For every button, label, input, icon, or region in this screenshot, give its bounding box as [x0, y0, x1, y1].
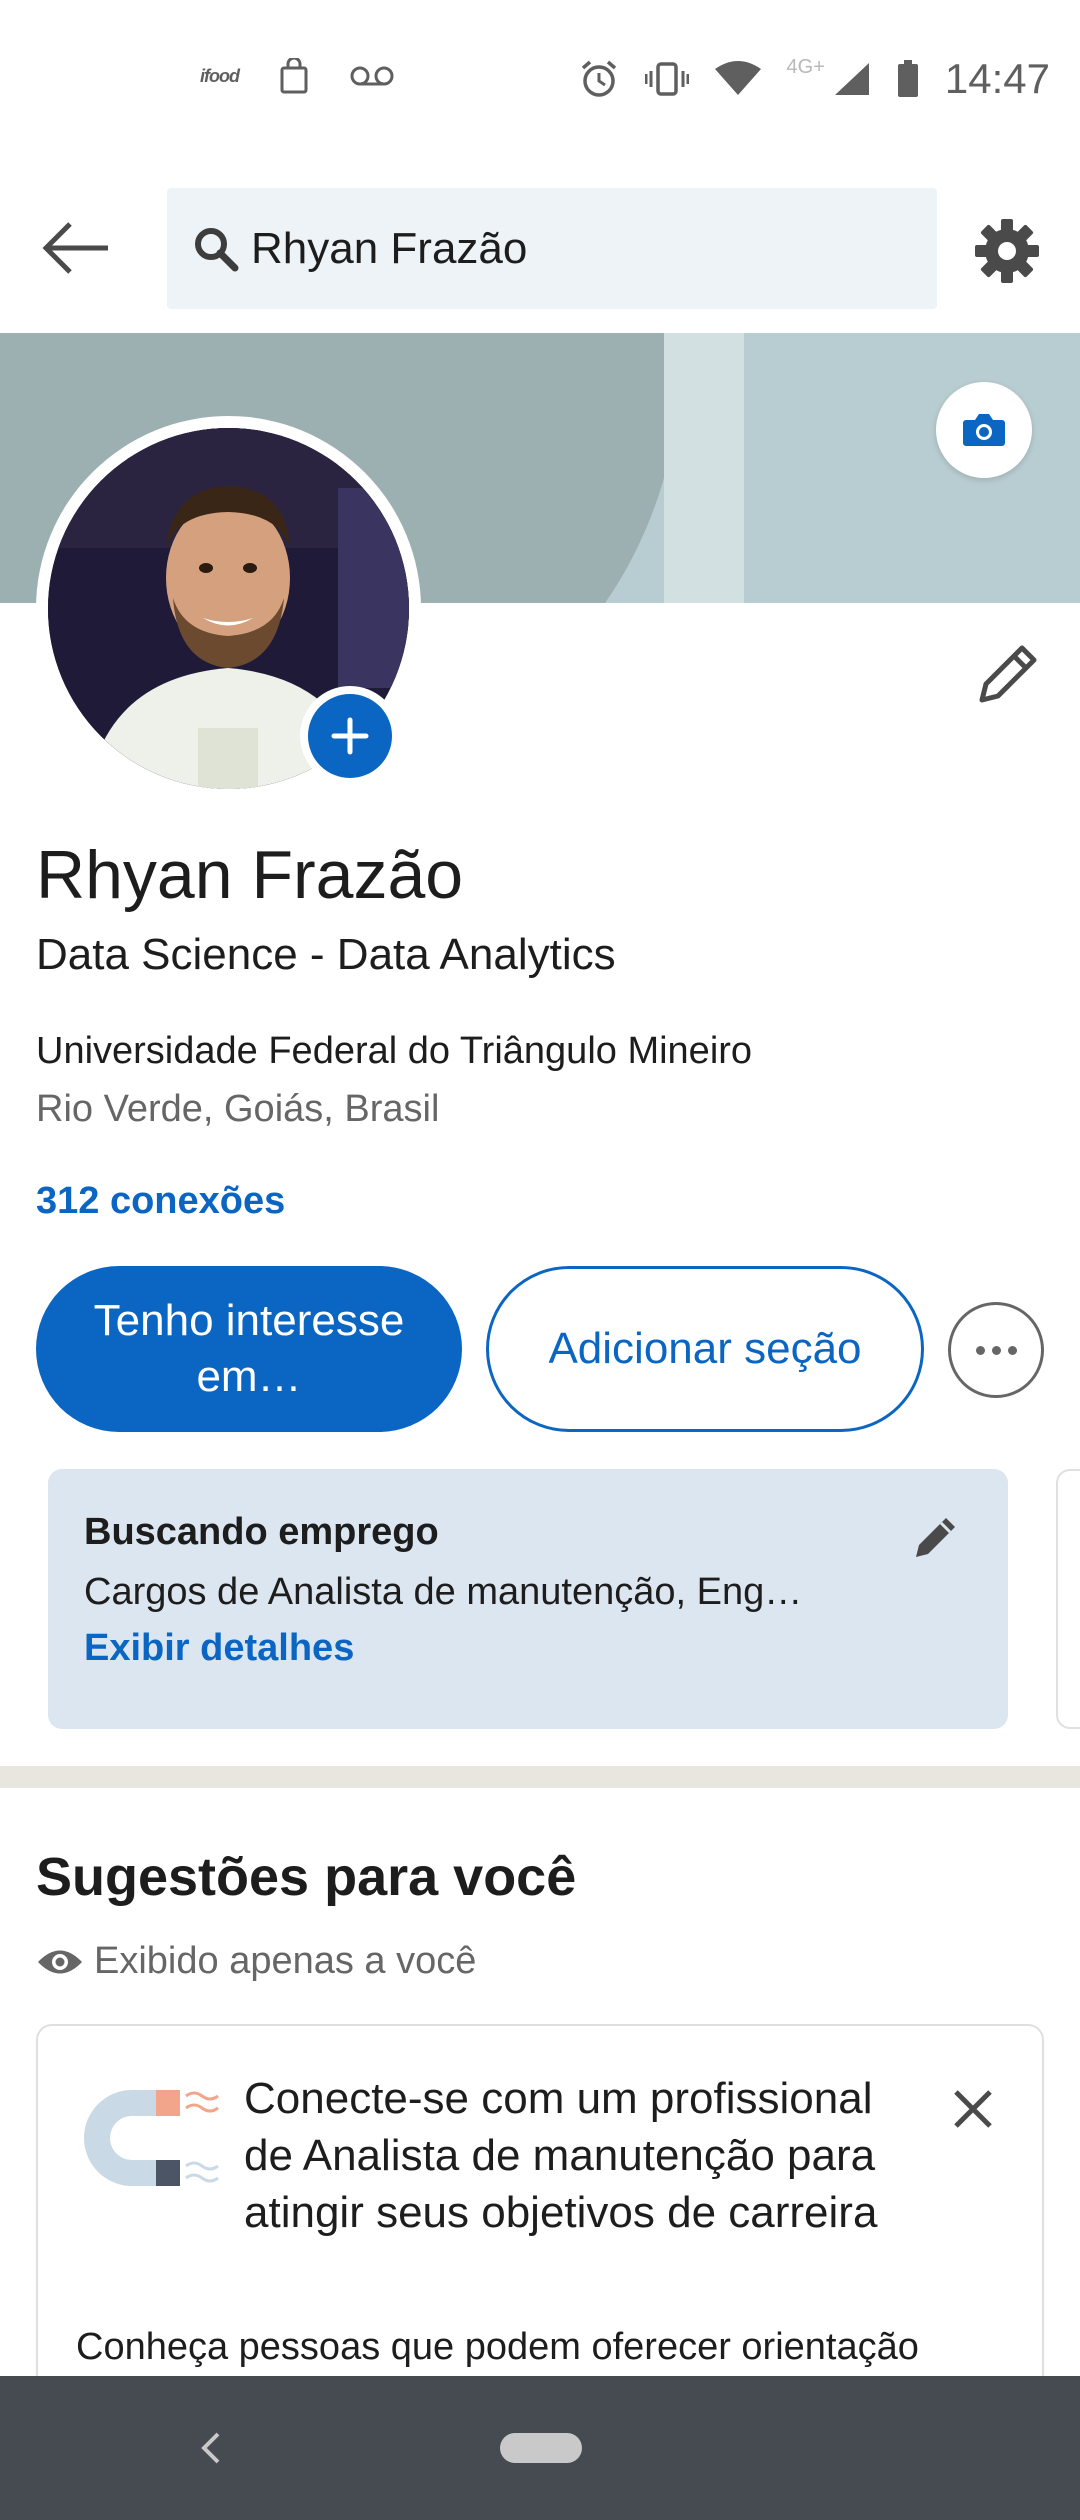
- more-dot: [1007, 1345, 1017, 1355]
- private-visibility-note: Exibido apenas a você: [36, 1940, 476, 1983]
- add-section-button[interactable]: Adicionar seção: [486, 1266, 924, 1432]
- dismiss-suggestion-button[interactable]: [948, 2084, 998, 2134]
- status-system-icons: 4G+ 14:47: [579, 55, 1050, 103]
- search-icon: [195, 227, 239, 271]
- battery-icon: [897, 60, 918, 97]
- more-options-button[interactable]: [948, 1302, 1044, 1398]
- pencil-icon: [916, 1518, 955, 1557]
- shopping-bag-icon: [280, 58, 308, 94]
- profile-education[interactable]: Universidade Federal do Triângulo Mineir…: [36, 1030, 752, 1073]
- section-divider: [0, 1766, 1080, 1788]
- suggestion-card-title: Conecte-se com um profissional de Analis…: [244, 2074, 878, 2237]
- visibility-text: Exibido apenas a você: [94, 1940, 477, 1982]
- status-notification-icons: ifood: [200, 58, 395, 94]
- camera-icon: [963, 414, 1005, 446]
- pencil-icon: [979, 645, 1037, 703]
- profile-location: Rio Verde, Goiás, Brasil: [36, 1088, 440, 1130]
- search-input[interactable]: Rhyan Frazão: [167, 188, 937, 309]
- vibrate-icon: [644, 62, 689, 96]
- plus-icon: [331, 717, 369, 755]
- edit-open-to-work-button[interactable]: [910, 1513, 960, 1563]
- back-button[interactable]: [40, 220, 124, 276]
- more-dot: [991, 1345, 1001, 1355]
- settings-button[interactable]: [972, 216, 1042, 286]
- suggestion-card-body: Conheça pessoas que podem oferecer orien…: [76, 2326, 919, 2368]
- more-dot: [975, 1345, 985, 1355]
- profile-headline: Data Science - Data Analytics: [36, 930, 616, 979]
- connections-link[interactable]: 312 conexões: [36, 1180, 285, 1223]
- profile-name: Rhyan Frazão: [36, 837, 464, 913]
- app-bar: Rhyan Frazão: [0, 160, 1080, 333]
- add-photo-button[interactable]: [300, 686, 400, 786]
- gear-icon: [975, 219, 1039, 283]
- network-type: 4G+: [786, 55, 825, 78]
- open-to-work-subtitle: Cargos de Analista de manutenção, Eng…: [84, 1571, 803, 1613]
- edit-cover-button[interactable]: [936, 382, 1032, 478]
- system-navigation-bar: [0, 2376, 1080, 2520]
- open-to-work-card[interactable]: Buscando emprego Cargos de Analista de m…: [48, 1469, 1008, 1729]
- suggestions-title: Sugestões para você: [36, 1847, 577, 1907]
- system-home-button[interactable]: [500, 2433, 582, 2463]
- alarm-icon: [581, 60, 616, 97]
- eye-icon: [38, 1950, 82, 1973]
- status-bar: ifood 4G+ 14:47: [0, 0, 1080, 160]
- signal-icon: [834, 63, 869, 95]
- search-value: Rhyan Frazão: [251, 223, 528, 273]
- ifood-icon: ifood: [200, 65, 240, 86]
- open-to-work-title: Buscando emprego: [84, 1511, 439, 1553]
- chevron-left-icon: [201, 2432, 220, 2464]
- arrow-left-icon: [42, 222, 108, 274]
- show-details-link[interactable]: Exibir detalhes: [84, 1627, 354, 1670]
- edit-intro-button[interactable]: [972, 640, 1042, 710]
- clock: 14:47: [944, 55, 1050, 102]
- close-icon: [954, 2090, 992, 2128]
- cover-shape-strip: [664, 333, 744, 603]
- open-to-button[interactable]: Tenho interesse em…: [36, 1266, 462, 1432]
- voicemail-icon: [350, 66, 394, 86]
- next-card-peek[interactable]: [1056, 1469, 1080, 1729]
- system-back-button[interactable]: [196, 2428, 226, 2468]
- wifi-icon: [714, 61, 761, 95]
- magnet-icon: [84, 2090, 219, 2186]
